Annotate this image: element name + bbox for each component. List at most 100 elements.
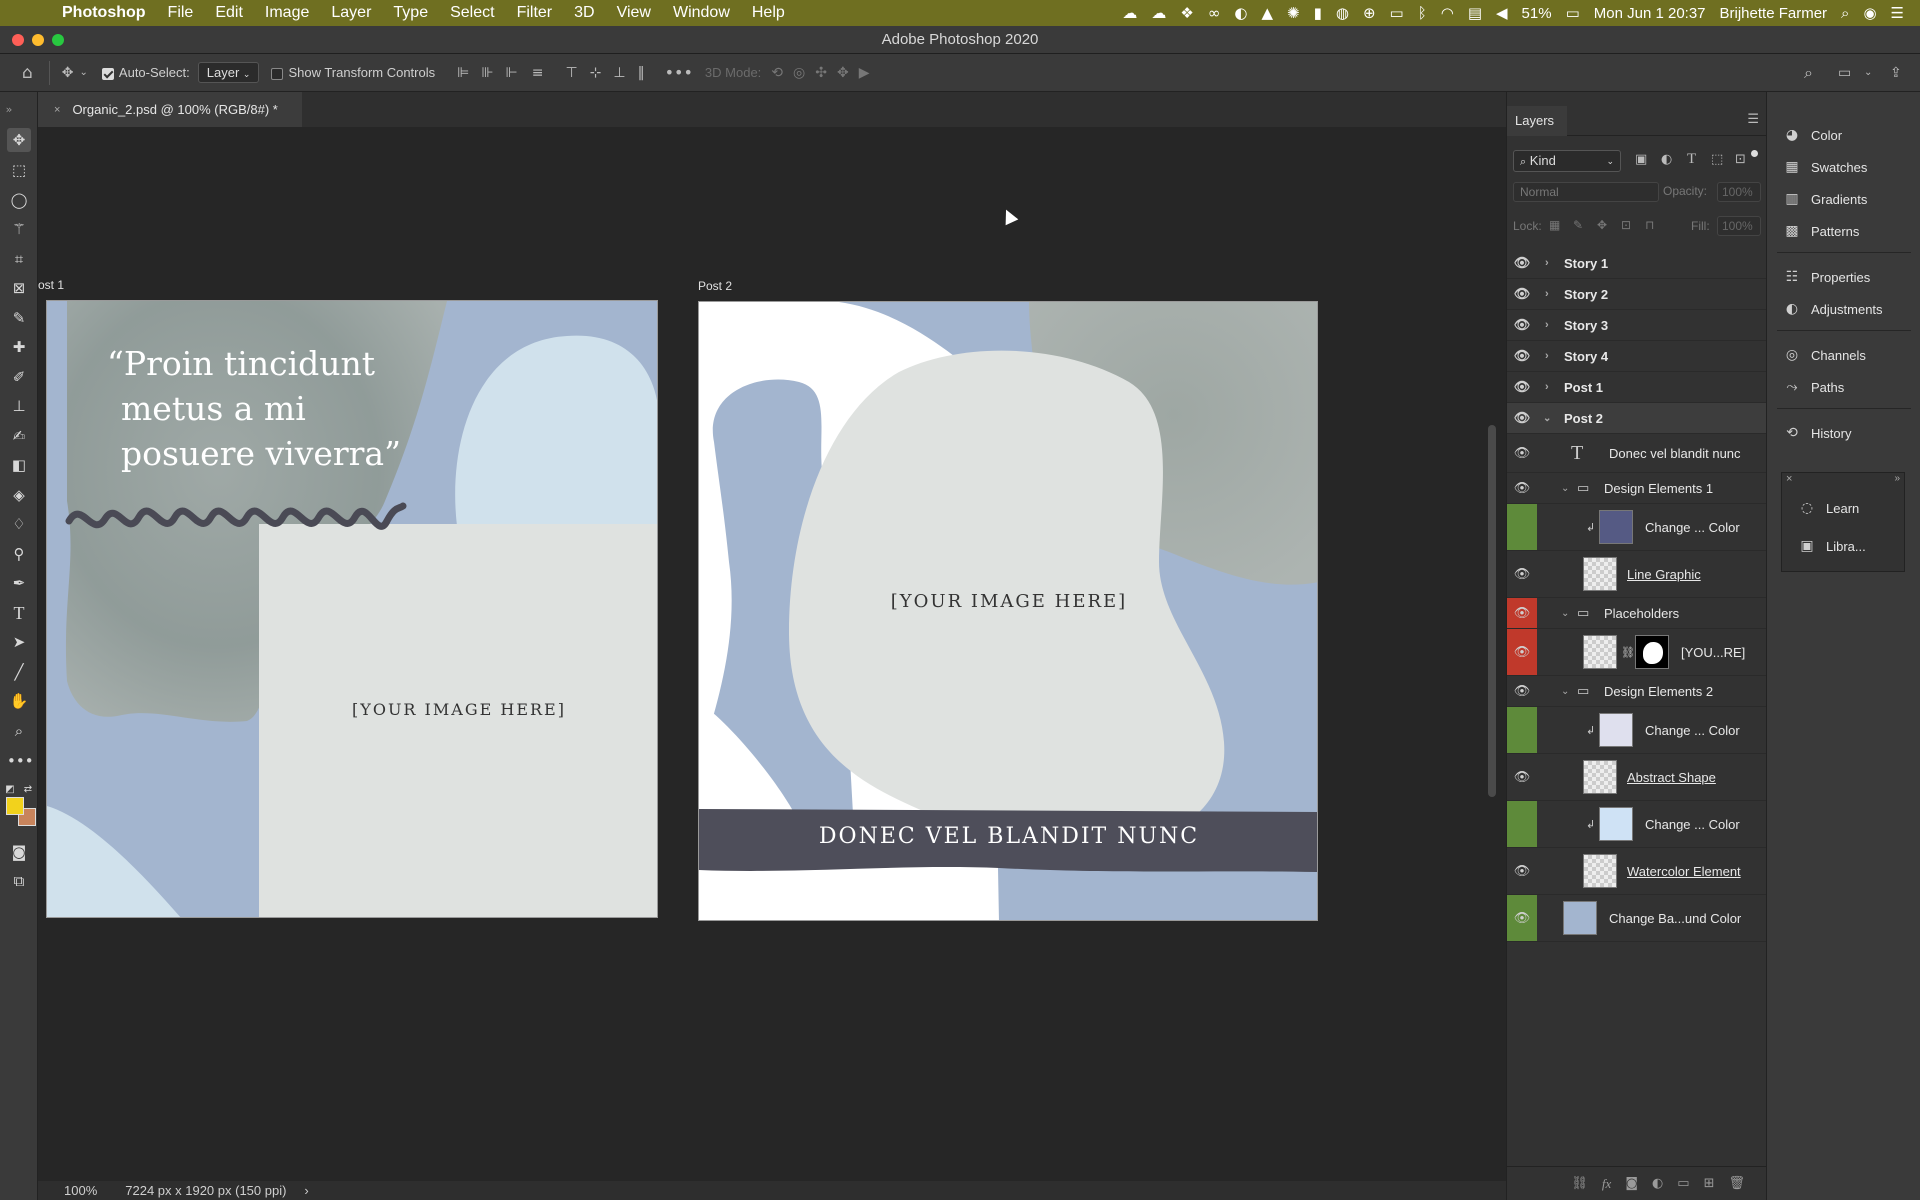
foreground-color-swatch[interactable] — [6, 797, 24, 815]
dock-channels[interactable]: ◎ Channels — [1767, 342, 1920, 368]
opacity-field[interactable]: 100% — [1717, 182, 1761, 202]
layer-group-row[interactable]: 👁 ⌄ Post 2 — [1507, 403, 1767, 434]
show-transform-checkbox[interactable] — [271, 65, 288, 80]
distribute-icon[interactable]: ≡ — [532, 65, 544, 81]
zoom-window-button[interactable] — [52, 34, 64, 46]
collapse-chevron-icon[interactable]: » — [2, 98, 16, 122]
layer-style-fx-icon[interactable]: fx — [1602, 1176, 1611, 1192]
fill-field[interactable]: 100% — [1717, 216, 1761, 236]
status-chevron-icon[interactable]: › — [304, 1183, 308, 1198]
menu-view[interactable]: View — [617, 4, 651, 22]
chevron-right-icon[interactable]: › — [1545, 288, 1549, 300]
type-tool-icon[interactable]: T — [7, 601, 31, 625]
vertical-scrollbar[interactable] — [1488, 425, 1496, 797]
filter-type-icon[interactable]: T — [1687, 151, 1696, 168]
lock-artboard-icon[interactable]: ⊡ — [1621, 218, 1631, 232]
filter-adjustment-icon[interactable]: ◐ — [1661, 152, 1672, 167]
artboard-post2[interactable]: [YOUR IMAGE HERE] DONEC VEL BLANDIT NUNC — [698, 301, 1318, 921]
blend-mode-dropdown[interactable]: Normal — [1513, 182, 1659, 202]
align-left-icon[interactable]: ⊫ — [457, 65, 469, 81]
layer-row-smart-object[interactable]: 👁 Watercolor Element — [1507, 848, 1767, 895]
lock-all-icon[interactable]: ⊓ — [1645, 218, 1654, 232]
layer-group-row[interactable]: 👁 › Story 4 — [1507, 341, 1767, 372]
dock-patterns[interactable]: ▩ Patterns — [1767, 218, 1920, 244]
marquee-tool-icon[interactable]: ⬚ — [7, 158, 31, 182]
dock-properties[interactable]: ☷ Properties — [1767, 264, 1920, 290]
dropbox-icon[interactable]: ❖ — [1180, 4, 1193, 22]
dock-gradients[interactable]: ▥ Gradients — [1767, 186, 1920, 212]
frame-tool-icon[interactable]: ⊠ — [7, 276, 31, 300]
visibility-eye-icon[interactable]: 👁 — [1511, 770, 1533, 785]
dodge-tool-icon[interactable]: ⚲ — [7, 542, 31, 566]
zoom-tool-icon[interactable]: ⌕ — [7, 719, 31, 743]
pen-tool-icon[interactable]: ✒ — [7, 571, 31, 595]
layer-row-masked[interactable]: 👁 ⛓ [YOU...RE] — [1507, 629, 1767, 676]
visibility-eye-icon[interactable]: 👁 — [1511, 349, 1533, 364]
chevron-down-icon[interactable]: ⌄ — [1543, 413, 1551, 424]
magic-wand-tool-icon[interactable]: ⚚ — [7, 217, 31, 241]
layer-row-group[interactable]: 👁 ⌄ ▭ Design Elements 2 — [1507, 676, 1767, 707]
align-center-h-icon[interactable]: ⊪ — [481, 65, 493, 81]
layer-row-smart-object[interactable]: 👁 Abstract Shape — [1507, 754, 1767, 801]
3d-roll-icon[interactable]: ◎ — [793, 65, 805, 81]
blur-tool-icon[interactable]: ♢ — [7, 512, 31, 536]
3d-camera-icon[interactable]: ▶ — [859, 65, 870, 81]
battery-icon[interactable]: ▭ — [1566, 4, 1580, 22]
flag-icon[interactable]: ▤ — [1468, 4, 1482, 22]
settings-gear-icon[interactable]: ✺ — [1287, 4, 1300, 22]
search-people-icon[interactable]: ◍ — [1336, 4, 1349, 22]
visibility-hidden-indicator[interactable] — [1507, 707, 1537, 753]
cloud-download-icon[interactable]: ☁ — [1151, 4, 1166, 22]
visibility-eye-icon[interactable]: 👁 — [1511, 411, 1533, 426]
siri-icon[interactable]: ◉ — [1863, 4, 1876, 22]
menu-filter[interactable]: Filter — [517, 4, 553, 22]
visibility-hidden-indicator[interactable] — [1507, 504, 1537, 550]
sync-icon[interactable]: ◐ — [1234, 4, 1247, 22]
battery-app-icon[interactable]: ▮ — [1314, 4, 1322, 22]
link-layers-icon[interactable]: ⛓ — [1571, 1176, 1588, 1191]
layer-row-group[interactable]: 👁 ⌄ ▭ Placeholders — [1507, 598, 1767, 629]
chevron-right-icon[interactable]: › — [1545, 381, 1549, 393]
share-icon[interactable]: ⇪ — [1890, 65, 1902, 81]
3d-orbit-icon[interactable]: ⟲ — [771, 65, 783, 81]
menu-type[interactable]: Type — [393, 4, 428, 22]
align-top-icon[interactable]: ⊤ — [565, 65, 577, 81]
add-mask-icon[interactable]: ◙ — [1625, 1176, 1638, 1191]
delete-layer-icon[interactable]: 🗑 — [1728, 1176, 1745, 1191]
lock-position-icon[interactable]: ✥ — [1597, 218, 1607, 232]
accessibility-icon[interactable]: ⊕ — [1363, 4, 1376, 22]
canvas-area[interactable]: ost 1 “Proin tincidunt metus a mi posuer… — [38, 127, 1506, 1181]
visibility-eye-icon[interactable]: 👁 — [1511, 446, 1533, 461]
new-layer-icon[interactable]: ⊞ — [1704, 1176, 1715, 1191]
artboard-label-post1[interactable]: ost 1 — [38, 278, 64, 292]
clock[interactable]: Mon Jun 1 20:37 — [1594, 5, 1706, 22]
lock-pixels-icon[interactable]: ✎ — [1573, 218, 1583, 232]
new-adjustment-icon[interactable]: ◐ — [1652, 1176, 1663, 1191]
visibility-eye-icon[interactable]: 👁 — [1511, 864, 1533, 879]
visibility-eye-icon[interactable]: 👁 — [1511, 318, 1533, 333]
visibility-eye-icon[interactable]: 👁 — [1511, 380, 1533, 395]
dock-libraries[interactable]: ▣ Libra... — [1782, 533, 1904, 559]
drive-icon[interactable]: ▲ — [1261, 4, 1273, 22]
move-tool-icon[interactable]: ✥ — [7, 128, 31, 152]
close-tab-icon[interactable]: × — [54, 104, 60, 116]
visibility-eye-icon[interactable]: 👁 — [1511, 287, 1533, 302]
layer-row-text[interactable]: 👁 T Donec vel blandit nunc — [1507, 434, 1767, 473]
artboard-label-post2[interactable]: Post 2 — [698, 279, 732, 293]
close-window-button[interactable] — [12, 34, 24, 46]
cloud-upload-icon[interactable]: ☁ — [1122, 4, 1137, 22]
menu-help[interactable]: Help — [752, 4, 785, 22]
menu-edit[interactable]: Edit — [215, 4, 243, 22]
filter-toggle-icon[interactable] — [1751, 150, 1758, 157]
menu-window[interactable]: Window — [673, 4, 730, 22]
dock-history[interactable]: ⟲ History — [1767, 420, 1920, 446]
filter-pixel-icon[interactable]: ▣ — [1635, 152, 1647, 167]
volume-icon[interactable]: ◀ — [1496, 4, 1508, 22]
airplay-icon[interactable]: ▭ — [1390, 4, 1404, 22]
visibility-eye-icon[interactable]: 👁 — [1511, 684, 1533, 699]
new-group-icon[interactable]: ▭ — [1677, 1176, 1689, 1191]
layer-group-row[interactable]: 👁 › Story 3 — [1507, 310, 1767, 341]
more-options-icon[interactable]: ••• — [665, 63, 693, 82]
panel-menu-icon[interactable]: ☰ — [1747, 112, 1759, 127]
workspace-chevron-icon[interactable]: ⌄ — [1864, 67, 1872, 78]
